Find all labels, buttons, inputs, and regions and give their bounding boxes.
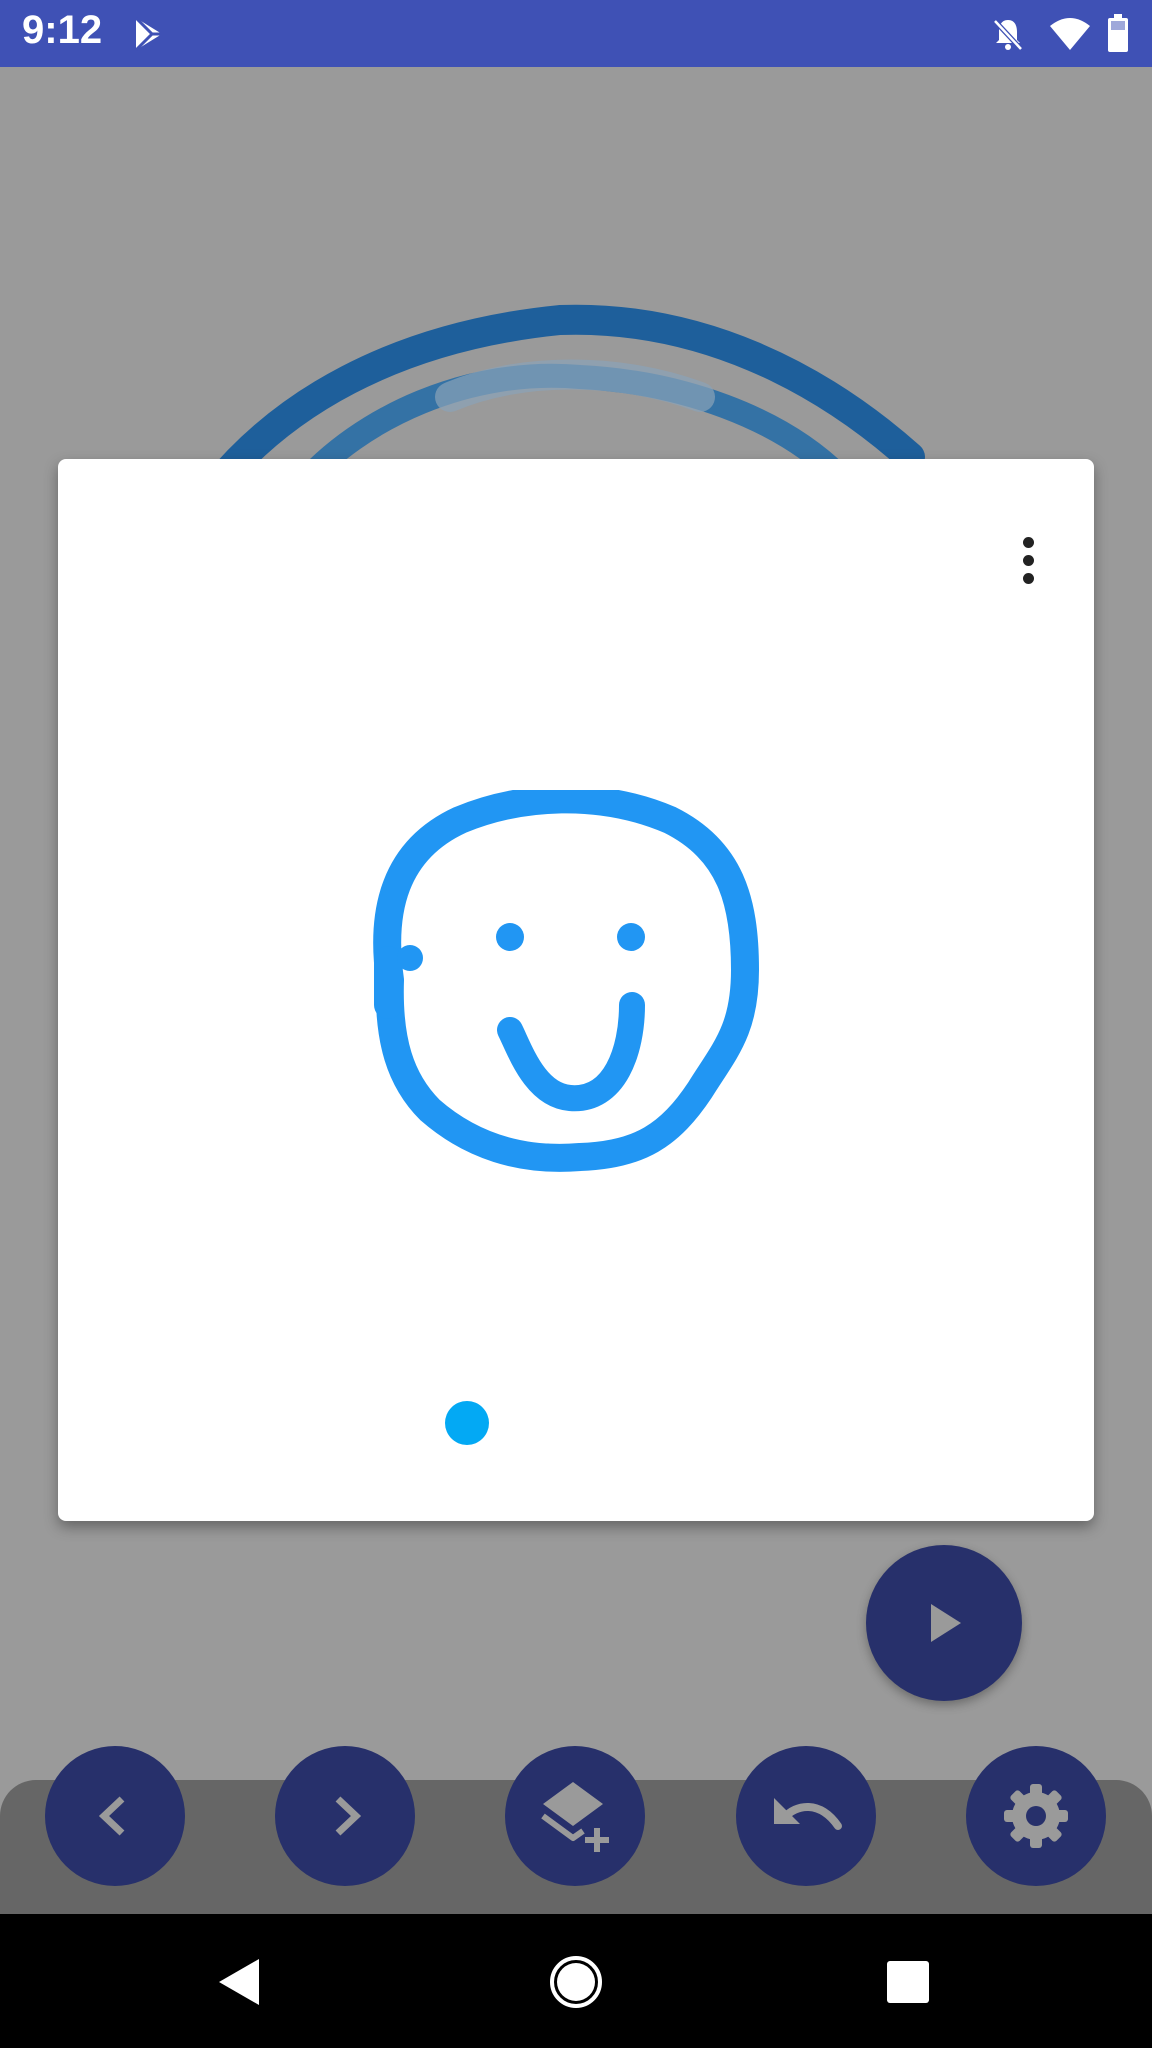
battery-icon	[1106, 14, 1130, 57]
next-frame-button[interactable]	[275, 1746, 415, 1886]
selected-color-dot[interactable]	[445, 1401, 489, 1445]
undo-button[interactable]	[736, 1746, 876, 1886]
back-button[interactable]	[210, 1952, 270, 2012]
play-button[interactable]	[866, 1545, 1022, 1701]
chevron-left-icon	[98, 1796, 125, 1836]
status-time: 9:12	[22, 8, 103, 52]
settings-icon	[1004, 1784, 1068, 1848]
recents-button[interactable]	[878, 1952, 938, 2012]
add-layer-icon	[541, 1782, 609, 1852]
add-layer-button[interactable]	[505, 1746, 645, 1886]
undo-icon	[774, 1798, 842, 1830]
play-icon	[931, 1604, 961, 1642]
settings-button[interactable]	[966, 1746, 1106, 1886]
status-bar: 9:12	[0, 0, 1152, 67]
more-options-button[interactable]	[1000, 530, 1056, 590]
recents-icon	[887, 1961, 929, 2003]
more-vert-dot	[1022, 554, 1034, 566]
navigation-bar	[0, 1914, 1152, 2048]
more-vert-icon	[1022, 536, 1034, 548]
back-icon	[219, 1959, 259, 2005]
smiley-face-sketch	[373, 790, 759, 1172]
more-vert-dot	[1022, 572, 1034, 584]
wifi-icon	[1048, 16, 1092, 57]
previous-frame-button[interactable]	[45, 1746, 185, 1886]
chevron-right-icon	[335, 1796, 362, 1836]
play-store-icon	[132, 16, 168, 57]
home-button[interactable]	[546, 1952, 606, 2012]
notifications-off-icon	[990, 16, 1026, 57]
home-icon	[550, 1956, 602, 2008]
